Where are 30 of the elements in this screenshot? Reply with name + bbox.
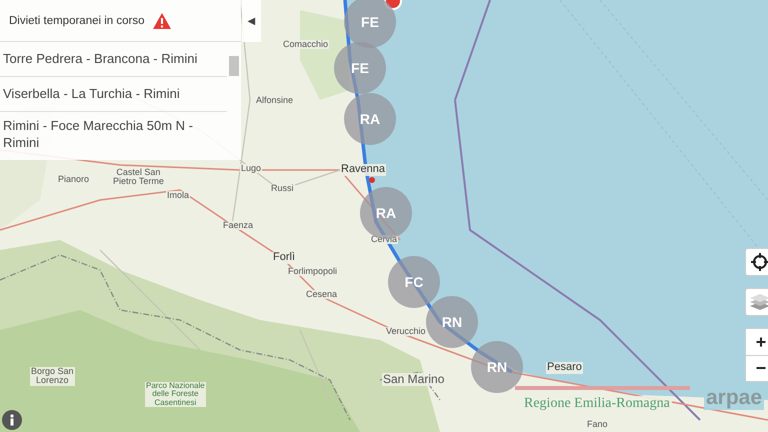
place-label: Comacchio xyxy=(282,40,330,50)
place-label: Faenza xyxy=(222,221,254,230)
region-logo: Regione Emilia-Romagna xyxy=(522,396,672,412)
zoom-out-button[interactable]: − xyxy=(746,355,768,381)
place-label: Pianoro xyxy=(57,175,90,184)
place-label: Ravenna xyxy=(340,164,386,176)
list-item[interactable]: Viserbella - La Turchia - Rimini xyxy=(0,77,227,112)
collapse-button[interactable]: ◀ xyxy=(242,0,261,42)
place-label: Imola xyxy=(166,191,190,200)
place-label: Fano xyxy=(586,420,609,430)
panel-title: Divieti temporanei in corso xyxy=(9,14,145,27)
warning-icon xyxy=(152,12,171,29)
place-label: Russi xyxy=(270,184,295,194)
crosshair-icon xyxy=(751,253,768,271)
place-label: Forlì xyxy=(272,252,296,264)
list-item[interactable]: Torre Pedrera - Brancona - Rimini xyxy=(0,42,227,78)
layers-icon xyxy=(750,293,768,311)
place-label: Forlimpopoli xyxy=(287,267,338,276)
place-label: Castel San Pietro Terme xyxy=(112,168,165,187)
place-label: Cesena xyxy=(305,290,338,300)
park-label: Parco Nazionale delle Foreste Casentinesi xyxy=(145,382,206,408)
place-label: Pesaro xyxy=(546,362,583,374)
place-label: Verucchio xyxy=(385,327,427,336)
list-item[interactable]: Rimini - Foce Marecchia 50m N - Rimini xyxy=(0,112,227,160)
locate-button[interactable] xyxy=(745,248,768,276)
layers-button[interactable] xyxy=(745,288,768,316)
place-label: Borgo San Lorenzo xyxy=(30,367,75,386)
place-label: Alfonsine xyxy=(255,96,294,106)
place-label: San Marino xyxy=(382,373,446,386)
place-label: Lugo xyxy=(240,164,262,174)
